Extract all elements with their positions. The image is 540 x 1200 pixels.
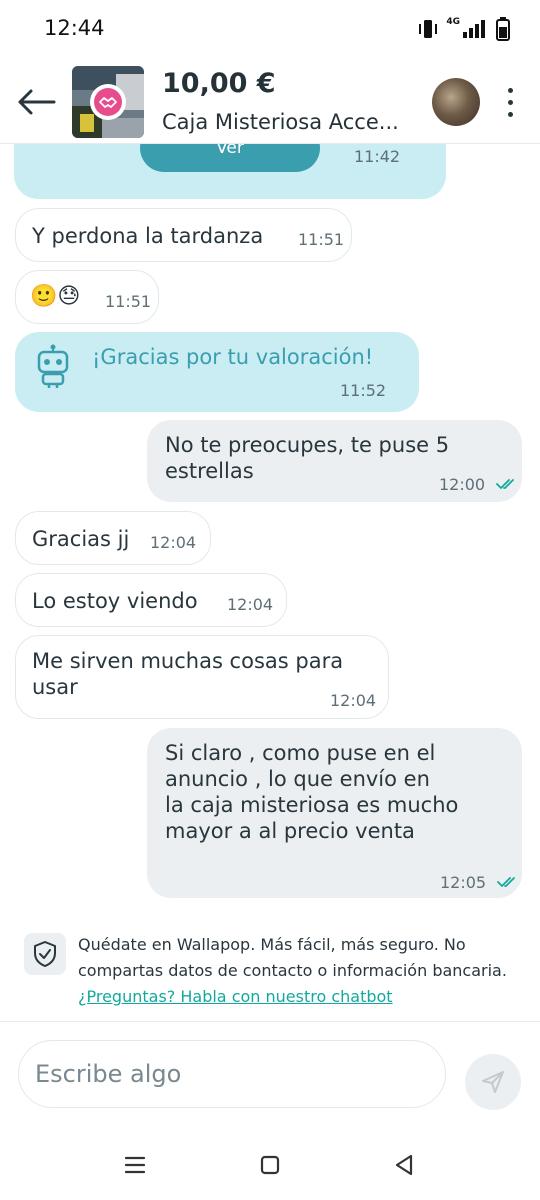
shield-check-icon	[24, 933, 66, 975]
double-check-icon	[496, 877, 515, 887]
chat-header: 10,00 € Caja Misteriosa Acce...	[0, 60, 540, 144]
product-title[interactable]: Caja Misteriosa Acce...	[162, 110, 424, 134]
message-meta: 12:00	[439, 470, 518, 498]
message-text-line: No te preocupes, te puse 5	[165, 433, 450, 457]
message-time: 11:51	[105, 292, 152, 311]
message-meta: 12:05	[440, 868, 519, 896]
signal-icon	[463, 20, 485, 38]
chat-messages: Ver 11:42 Y perdona la tardanza 11:51 🙂😓…	[0, 144, 540, 916]
notice-text: Quédate en Wallapop. Más fácil, más segu…	[78, 932, 518, 1010]
message-time: 12:04	[150, 533, 197, 552]
outgoing-message: No te preocupes, te puse 5 estrellas 12:…	[147, 420, 522, 502]
message-text-line: usar	[32, 675, 78, 699]
double-check-icon	[495, 479, 514, 489]
battery-icon	[496, 17, 510, 41]
chatbot-message: ¡Gracias por tu valoración! 11:52	[15, 332, 419, 412]
status-time: 12:44	[44, 16, 105, 40]
message-text-line: mayor a al precio venta	[165, 819, 415, 843]
back-button[interactable]	[14, 82, 58, 122]
send-icon	[482, 1071, 504, 1093]
status-icons: 4G	[418, 17, 510, 41]
review-card: Ver 11:42	[14, 144, 446, 199]
arrow-left-icon	[18, 89, 56, 115]
system-back-button[interactable]	[384, 1150, 424, 1180]
chatbot-link[interactable]: ¿Preguntas? Habla con nuestro chatbot	[78, 987, 393, 1006]
send-button[interactable]	[465, 1054, 521, 1110]
square-icon	[260, 1155, 280, 1175]
product-thumbnail[interactable]	[72, 66, 144, 138]
message-composer	[18, 1040, 446, 1108]
incoming-message: Lo estoy viendo 12:04	[15, 573, 287, 627]
message-time: 12:04	[330, 691, 377, 710]
incoming-message: Gracias jj 12:04	[15, 511, 211, 565]
message-text: Lo estoy viendo	[32, 589, 198, 613]
message-text: ¡Gracias por tu valoración!	[92, 345, 374, 369]
message-time: 12:00	[439, 475, 486, 494]
product-price: 10,00 €	[162, 68, 276, 99]
incoming-message: 🙂😓 11:51	[15, 270, 159, 324]
message-text-line: la caja misteriosa es mucho	[165, 793, 459, 817]
emoji-text: 🙂😓	[30, 284, 81, 309]
more-vertical-icon[interactable]	[496, 82, 524, 122]
robot-icon	[33, 344, 73, 388]
message-time: 11:42	[354, 147, 401, 166]
network-type: 4G	[446, 17, 460, 27]
safety-notice: Quédate en Wallapop. Más fácil, más segu…	[0, 916, 540, 1022]
outgoing-message: Si claro , como puse en el anuncio , lo …	[147, 728, 522, 898]
message-input[interactable]	[19, 1041, 445, 1107]
user-avatar[interactable]	[432, 78, 480, 126]
ver-button[interactable]: Ver	[140, 144, 320, 172]
message-text: Gracias jj	[32, 527, 130, 551]
handshake-icon	[90, 84, 126, 120]
message-text-line: Me sirven muchas cosas para	[32, 649, 344, 673]
message-time: 12:04	[227, 595, 274, 614]
message-text-line: anuncio , lo que envío en	[165, 767, 430, 791]
incoming-message: Y perdona la tardanza 11:51	[15, 208, 352, 262]
menu-lines-icon	[124, 1156, 146, 1174]
status-bar: 12:44 4G	[0, 0, 540, 60]
vibrate-icon	[419, 20, 438, 38]
message-time: 12:05	[440, 873, 487, 892]
message-time: 11:52	[340, 381, 387, 400]
message-text-line: Si claro , como puse en el	[165, 741, 436, 765]
android-nav-bar	[0, 1132, 540, 1200]
home-button[interactable]	[250, 1150, 290, 1180]
incoming-message: Me sirven muchas cosas para usar 12:04	[15, 635, 389, 719]
notice-body: Quédate en Wallapop. Más fácil, más segu…	[78, 935, 507, 980]
message-text: Y perdona la tardanza	[32, 224, 264, 248]
message-text-line: estrellas	[165, 459, 254, 483]
triangle-back-icon	[395, 1154, 413, 1176]
recents-button[interactable]	[115, 1150, 155, 1180]
message-time: 11:51	[298, 230, 345, 249]
